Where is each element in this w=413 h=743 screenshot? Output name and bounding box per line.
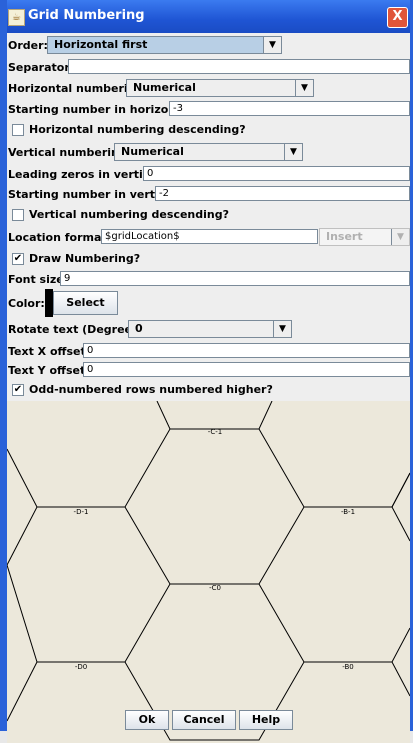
draw-row: ✔ Draw Numbering? — [7, 250, 410, 268]
color-row: Color: Select — [7, 289, 410, 318]
title-bar: ☕ Grid Numbering X — [0, 0, 413, 33]
yoff-label: Text Y offset: — [8, 364, 90, 377]
separator-input[interactable] — [68, 59, 410, 74]
form-panel: Order: Horizontal first ▼ Separator: Hor… — [7, 33, 410, 743]
chevron-down-icon[interactable]: ▼ — [263, 37, 281, 53]
chevron-down-icon[interactable]: ▼ — [295, 80, 313, 96]
hex-edge — [37, 428, 171, 508]
order-row: Order: Horizontal first ▼ — [7, 36, 410, 54]
help-button[interactable]: Help — [239, 710, 293, 730]
hex-label: -C0 — [209, 584, 221, 592]
hex-edge — [391, 506, 410, 542]
v-zeros-row: Leading zeros in vertical: 0 — [7, 165, 410, 183]
v-desc-label: Vertical numbering descending? — [29, 208, 229, 221]
hex-edge — [7, 448, 38, 566]
v-numbering-row: Vertical numbering: Numerical ▼ — [7, 143, 410, 161]
h-start-row: Starting number in horizontal: -3 — [7, 100, 410, 118]
order-select[interactable]: Horizontal first ▼ — [47, 36, 282, 54]
v-numbering-select[interactable]: Numerical ▼ — [114, 143, 303, 161]
hex-edge — [7, 564, 171, 663]
location-input[interactable]: $gridLocation$ — [101, 229, 318, 244]
hex-edge — [391, 472, 410, 508]
h-numbering-select[interactable]: Numerical ▼ — [126, 79, 314, 97]
v-desc-checkbox[interactable] — [12, 209, 24, 221]
v-zeros-input[interactable]: 0 — [143, 166, 410, 181]
java-cup-icon: ☕ — [8, 9, 25, 26]
close-button[interactable]: X — [387, 7, 408, 28]
rotate-label: Rotate text (Degrees): — [8, 323, 148, 336]
hex-label: -D0 — [75, 663, 87, 671]
select-color-button[interactable]: Select — [53, 291, 118, 315]
chevron-down-icon[interactable]: ▼ — [284, 144, 302, 160]
color-label: Color: — [8, 297, 45, 310]
v-start-row: Starting number in vertical: -2 — [7, 185, 410, 203]
button-bar: Ok Cancel Help — [7, 708, 410, 731]
ok-button[interactable]: Ok — [125, 710, 169, 730]
color-swatch — [45, 289, 53, 317]
h-desc-row: Horizontal numbering descending? — [7, 121, 410, 139]
rotate-select[interactable]: 0 ▼ — [128, 320, 292, 338]
hex-edge — [124, 428, 305, 585]
h-numbering-value: Numerical — [133, 81, 196, 94]
chevron-down-icon: ▼ — [391, 229, 409, 245]
check-icon: ✔ — [13, 384, 23, 395]
rotate-row: Rotate text (Degrees): 0 ▼ — [7, 320, 410, 338]
hex-edge — [304, 472, 410, 508]
window-frame-left — [0, 0, 7, 731]
odd-label: Odd-numbered rows numbered higher? — [29, 383, 273, 396]
h-start-input[interactable]: -3 — [169, 101, 410, 116]
text-y-offset-input[interactable]: 0 — [83, 362, 410, 377]
order-label: Order: — [8, 39, 48, 52]
v-zeros-label: Leading zeros in vertical: — [8, 168, 165, 181]
odd-row: ✔ Odd-numbered rows numbered higher? — [7, 381, 410, 399]
odd-checkbox[interactable]: ✔ — [12, 384, 24, 396]
insert-value: Insert — [326, 230, 363, 243]
hex-label: -B0 — [342, 663, 354, 671]
check-icon: ✔ — [13, 253, 23, 264]
hex-edge — [156, 401, 273, 430]
text-x-offset-input[interactable]: 0 — [83, 343, 410, 358]
cancel-button[interactable]: Cancel — [172, 710, 236, 730]
v-numbering-label: Vertical numbering: — [8, 146, 132, 159]
grid-numbering-dialog: ☕ Grid Numbering X Order: Horizontal fir… — [0, 0, 413, 743]
separator-label: Separator: — [8, 61, 75, 74]
window-title: Grid Numbering — [28, 8, 145, 23]
font-row: Font size: 9 — [7, 270, 410, 288]
draw-checkbox[interactable]: ✔ — [12, 253, 24, 265]
v-desc-row: Vertical numbering descending? — [7, 206, 410, 224]
location-label: Location format: — [8, 231, 112, 244]
hex-lines — [7, 401, 410, 741]
location-row: Location format: $gridLocation$ Insert ▼ — [7, 228, 410, 246]
order-value: Horizontal first — [54, 38, 148, 51]
xoff-row: Text X offset: 0 — [7, 342, 410, 360]
draw-label: Draw Numbering? — [29, 252, 141, 265]
hex-label: -C-1 — [208, 428, 222, 436]
hex-label: -D-1 — [74, 508, 89, 516]
chevron-down-icon[interactable]: ▼ — [273, 321, 291, 337]
xoff-label: Text X offset: — [8, 345, 91, 358]
insert-select: Insert ▼ — [319, 228, 410, 246]
hex-edge — [304, 627, 410, 663]
grid-preview: -C-1 -D-1 -B-1 -C0 -D0 -B0 — [7, 401, 410, 743]
yoff-row: Text Y offset: 0 — [7, 361, 410, 379]
font-size-input[interactable]: 9 — [60, 271, 410, 286]
h-numbering-row: Horizontal numbering: Numerical ▼ — [7, 79, 410, 97]
h-desc-checkbox[interactable] — [12, 124, 24, 136]
separator-row: Separator: — [7, 58, 410, 76]
v-numbering-value: Numerical — [121, 145, 184, 158]
v-start-input[interactable]: -2 — [155, 186, 410, 201]
hex-grid-preview: -C-1 -D-1 -B-1 -C0 -D0 -B0 — [7, 401, 410, 741]
h-desc-label: Horizontal numbering descending? — [29, 123, 246, 136]
rotate-value: 0 — [135, 322, 143, 335]
hex-edge — [391, 661, 410, 697]
hex-label: -B-1 — [341, 508, 355, 516]
